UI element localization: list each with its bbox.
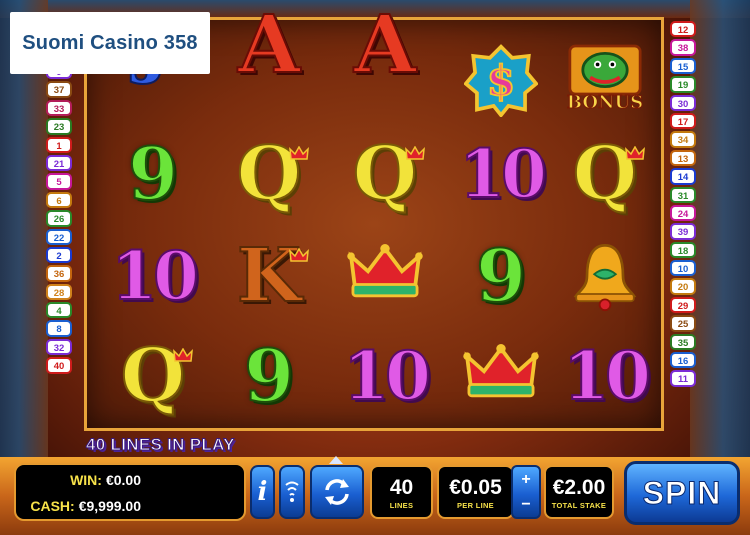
payline-right-indicator: 34 [670, 131, 696, 148]
bonus-dragon-symbol: BONUS [547, 28, 663, 128]
payline-right-indicator: 17 [670, 112, 696, 130]
line-bet-display: €0.05 PER LINE [437, 465, 514, 519]
autoplay-icon [325, 479, 349, 505]
spin-label: SPIN [642, 474, 722, 511]
bell-symbol [547, 226, 663, 326]
payline-right-indicator: 39 [670, 223, 696, 240]
autoplay-button[interactable] [310, 465, 364, 519]
total-stake-caption: TOTAL STAKE [551, 501, 607, 510]
payline-left-indicator: 1 [46, 136, 72, 153]
payline-right-indicator: 14 [670, 168, 696, 185]
sound-icon [285, 481, 299, 502]
symbol-9: 9 [243, 333, 295, 418]
symbol-10: 10 [342, 337, 432, 415]
brand-badge: Suomi Casino 358 [10, 12, 210, 74]
symbol-a: A [353, 0, 417, 91]
payline-left-indicator: 28 [46, 283, 72, 301]
win-row: WIN: €0.00 [0, 472, 141, 488]
payline-left-indicator: 2 [46, 246, 72, 264]
symbol-k: K [211, 226, 327, 326]
payline-right-indicator: 24 [670, 204, 696, 222]
payline-right-indicator: 31 [670, 186, 696, 203]
payline-left-indicator: 21 [46, 154, 72, 172]
symbol-10: 10 [110, 237, 200, 315]
payline-left-indicator: 32 [46, 338, 72, 356]
payline-left-indicator: 22 [46, 228, 72, 245]
payline-left-indicator: 36 [46, 265, 72, 282]
payline-right-indicator: 15 [670, 57, 696, 75]
balance-panel: WIN: €0.00 CASH: €9,999.00 [14, 463, 246, 521]
spin-button[interactable]: SPIN [624, 461, 740, 525]
symbol-10: 10 [562, 337, 652, 415]
payline-left-indicator: 4 [46, 302, 72, 319]
lines-in-play-label: 40 LINES IN PLAY [86, 435, 235, 455]
payline-right-indicator: 10 [670, 260, 696, 277]
payline-left-indicator: 5 [46, 173, 72, 190]
payline-right-indicator: 38 [670, 39, 696, 56]
cash-label: CASH: [30, 498, 75, 514]
info-icon: i [257, 477, 268, 507]
payline-right-indicator: 19 [670, 76, 696, 93]
payline-left-indicator: 26 [46, 210, 72, 227]
sound-button[interactable] [279, 465, 305, 519]
payline-left-indicator: 23 [46, 118, 72, 135]
payline-left-indicator: 37 [46, 81, 72, 98]
payline-right-indicator: 16 [670, 352, 696, 369]
total-stake-display: €2.00 TOTAL STAKE [544, 465, 614, 519]
info-button[interactable]: i [250, 465, 275, 519]
brand-title: Suomi Casino 358 [22, 31, 198, 54]
win-label: WIN: [70, 472, 102, 488]
decor-right [690, 0, 750, 460]
payline-indicators-right: 12 38 15 19 30 17 34 13 14 31 24 39 18 10 20 29 25 35 16 11 [670, 21, 696, 387]
payline-right-indicator: 18 [670, 241, 696, 259]
payline-right-indicator: 35 [670, 333, 696, 351]
bet-increase-button[interactable]: + [513, 467, 539, 492]
payline-indicators-left: 937332312156262223628483240 [46, 63, 72, 374]
symbol-q: Q [547, 124, 663, 224]
lines-caption: LINES [389, 501, 414, 510]
payline-right-indicator: 29 [670, 296, 696, 314]
svg-text:$: $ [487, 57, 515, 105]
line-bet-value: €0.05 [449, 476, 502, 499]
symbol-q: Q [95, 326, 211, 426]
payline-right-indicator: 12 [670, 21, 696, 38]
reel-grid: JAA$BONUS9QQ10Q10K9Q91010 [84, 3, 664, 431]
dollar-scatter-symbol: $ [443, 30, 559, 130]
game-stage: Suomi Casino 358 93733231215626222362848… [0, 0, 750, 535]
payline-right-indicator: 13 [670, 149, 696, 167]
payline-right-indicator: 30 [670, 94, 696, 111]
cash-row: CASH: €9,999.00 [0, 498, 141, 514]
bet-decrease-button[interactable]: − [513, 492, 539, 517]
payline-left-indicator: 40 [46, 357, 72, 374]
bet-stepper: + − [511, 465, 541, 519]
payline-left-indicator: 6 [46, 191, 72, 209]
symbol-9: 9 [127, 131, 179, 216]
payline-right-indicator: 20 [670, 278, 696, 295]
line-bet-caption: PER LINE [457, 501, 494, 510]
total-stake-value: €2.00 [552, 476, 606, 499]
cash-value: €9,999.00 [78, 498, 141, 514]
symbol-a: A [237, 0, 301, 91]
crown-symbol [443, 326, 559, 426]
autoplay-notch [329, 456, 343, 464]
win-value: €0.00 [105, 472, 141, 488]
lines-value: 40 [389, 476, 414, 499]
symbol-10: 10 [458, 135, 548, 213]
symbol-q: Q [211, 124, 327, 224]
symbol-9: 9 [475, 233, 527, 318]
payline-left-indicator: 33 [46, 99, 72, 117]
lines-selector[interactable]: 40 LINES [370, 465, 433, 519]
crown-symbol [327, 226, 443, 326]
payline-right-indicator: 11 [670, 370, 696, 387]
payline-right-indicator: 25 [670, 315, 696, 332]
bonus-label: BONUS [566, 91, 644, 113]
symbol-q: Q [327, 124, 443, 224]
payline-left-indicator: 8 [46, 320, 72, 337]
